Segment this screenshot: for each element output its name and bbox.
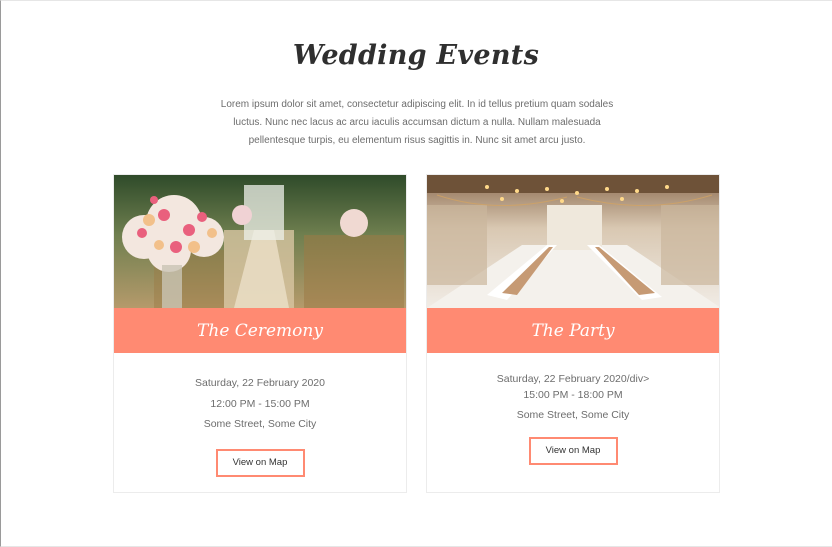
ceremony-title-banner: The Ceremony (114, 308, 406, 353)
ceremony-photo (114, 175, 406, 308)
party-photo (427, 175, 719, 308)
party-date: Saturday, 22 February 2020/div> (496, 373, 650, 385)
party-title: The Party (531, 320, 615, 341)
party-time: 15:00 PM - 18:00 PM (523, 388, 623, 401)
ceremony-view-on-map-button[interactable]: View on Map (215, 448, 305, 477)
ceremony-location: Some Street, Some City (203, 418, 317, 430)
party-title-banner: The Party (427, 308, 719, 353)
ceremony-details: Saturday, 22 February 2020 12:00 PM - 15… (114, 353, 406, 477)
page-title: Wedding Events (292, 40, 540, 71)
ceremony-title: The Ceremony (197, 320, 323, 341)
ceremony-time: 12:00 PM - 15:00 PM (210, 397, 310, 410)
event-card-party: The Party Saturday, 22 February 2020/div… (426, 174, 720, 493)
party-view-on-map-button[interactable]: View on Map (528, 437, 618, 465)
intro-paragraph: Lorem ipsum dolor sit amet, consectetur … (220, 99, 614, 146)
event-card-ceremony: The Ceremony Saturday, 22 February 2020 … (113, 174, 407, 493)
party-details: Saturday, 22 February 2020/div> 15:00 PM… (427, 353, 719, 465)
ceremony-date: Saturday, 22 February 2020 (195, 377, 325, 389)
party-location: Some Street, Some City (516, 409, 630, 421)
